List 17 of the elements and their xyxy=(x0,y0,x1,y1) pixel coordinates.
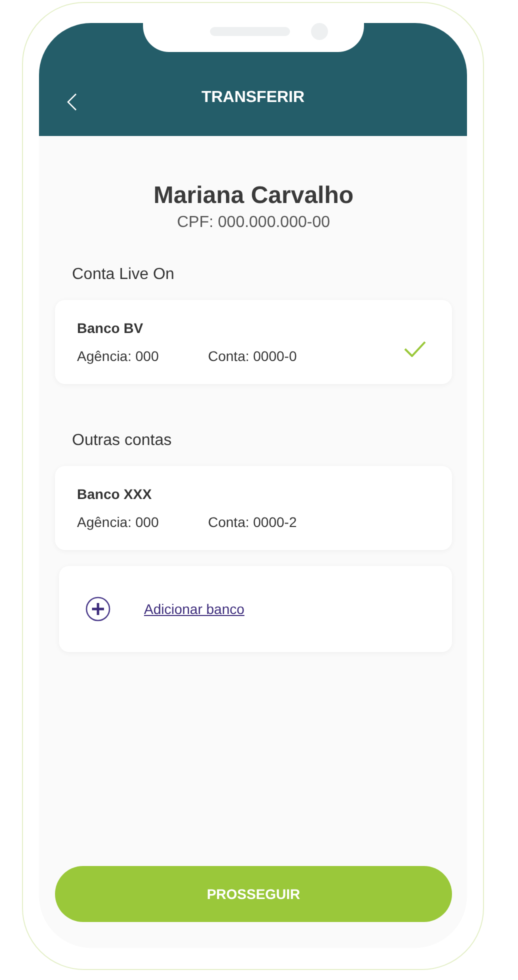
account-number: Conta: 0000-2 xyxy=(208,514,297,530)
recipient-document: CPF: 000.000.000-00 xyxy=(176,214,331,232)
back-icon[interactable] xyxy=(67,93,77,111)
account-card[interactable]: Banco XXX Agência: 000 Conta: 0000-2 xyxy=(55,466,452,550)
account-number: Conta: 0000-0 xyxy=(208,348,297,364)
check-icon xyxy=(404,341,426,357)
bank-name: Banco BV xyxy=(77,320,144,336)
agency-number: Agência: 000 xyxy=(77,348,160,364)
add-icon[interactable] xyxy=(85,596,111,622)
section-title: Conta Live On xyxy=(72,266,176,284)
section-title: Outras contas xyxy=(72,432,173,450)
account-card[interactable]: Banco BV Agência: 000 Conta: 0000-0 xyxy=(55,300,452,384)
add-bank-link[interactable]: Adicionar banco xyxy=(144,601,244,617)
screen-title: TRANSFERIR xyxy=(201,89,305,107)
bank-name: Banco XXX xyxy=(77,486,153,502)
agency-number: Agência: 000 xyxy=(77,514,160,530)
recipient-name: Mariana Carvalho xyxy=(152,182,355,210)
